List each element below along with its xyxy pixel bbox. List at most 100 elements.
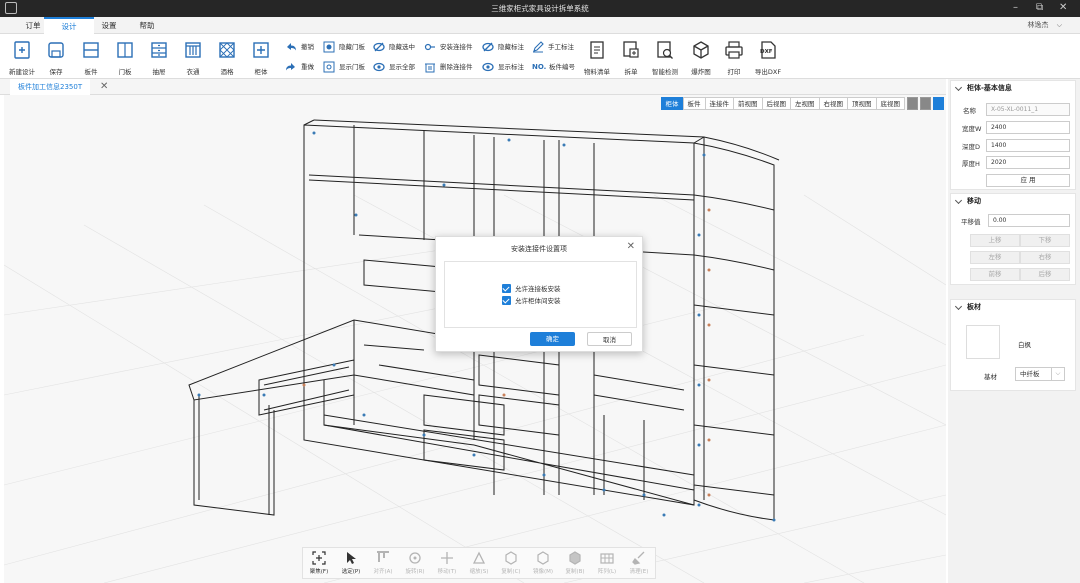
checkbox-checked-icon [502, 284, 511, 293]
board-number-button[interactable]: NO. 板件编号 [532, 60, 575, 74]
hide-selected-icon [373, 42, 385, 52]
print-button[interactable]: 打印 [717, 38, 751, 78]
hide-annotation-button[interactable]: 隐藏标注 [482, 40, 524, 54]
basic-info-card: 柜体-基本信息 名称 X-05-XL-0011_1 宽度W 2400 深度D 1400… [950, 80, 1076, 190]
rotate-tool[interactable]: 旋转(R) [399, 548, 431, 578]
duplicate-tool[interactable]: 复制(B) [559, 548, 591, 578]
depth-field[interactable]: 1400 [986, 139, 1070, 152]
array-tool[interactable]: 阵列(L) [591, 548, 623, 578]
allow-connector-board-checkbox[interactable]: 允许连接板安装 [502, 284, 561, 294]
focus-tool[interactable]: 聚焦(F) [303, 548, 335, 578]
align-tool[interactable]: 对齐(A) [367, 548, 399, 578]
material-swatch[interactable] [966, 325, 1000, 359]
move-tool[interactable]: 移动(T) [431, 548, 463, 578]
clear-tool[interactable]: 清理(E) [623, 548, 655, 578]
view-cabinet-button[interactable]: 柜体 [660, 97, 684, 110]
split-order-button[interactable]: 拆单 [614, 38, 648, 78]
view-front-button[interactable]: 前视图 [733, 97, 763, 110]
mirror-tool[interactable]: 镜像(M) [527, 548, 559, 578]
view-right-button[interactable]: 右视图 [818, 97, 848, 110]
view-back-button[interactable]: 后视图 [761, 97, 791, 110]
door-button[interactable]: 门板 [108, 38, 142, 78]
move-left-button[interactable]: 左移 [970, 251, 1020, 264]
document-tabs: 板件加工信息2350T ✕ [0, 79, 946, 95]
show-all-button[interactable]: 显示全部 [373, 60, 415, 74]
doc-tab-active[interactable]: 板件加工信息2350T [10, 79, 90, 95]
view-board-button[interactable]: 板件 [682, 97, 706, 110]
allow-between-cabinet-checkbox[interactable]: 允许柜体间安装 [502, 296, 561, 306]
save-icon [48, 42, 64, 58]
smart-check-button[interactable]: 智能检测 [648, 38, 682, 78]
save-button[interactable]: 保存 [39, 38, 73, 78]
hide-selected-button[interactable]: 隐藏选中 [373, 40, 415, 54]
close-icon[interactable]: ✕ [627, 241, 635, 252]
width-field[interactable]: 2400 [986, 121, 1070, 134]
close-button[interactable]: ✕ [1059, 2, 1067, 14]
cabinet-icon [253, 42, 269, 58]
basic-info-title[interactable]: 柜体-基本信息 [951, 81, 1075, 95]
board-button[interactable]: 板件 [74, 38, 108, 78]
base-material-label: 基材 [984, 373, 997, 381]
copy-tool[interactable]: 复制(C) [495, 548, 527, 578]
cabinet-button[interactable]: 柜体 [244, 38, 278, 78]
move-right-button[interactable]: 右移 [1020, 251, 1070, 264]
array-icon [600, 553, 614, 564]
tab-help[interactable]: 帮助 [122, 17, 172, 34]
base-material-select[interactable]: 中纤板 ⌵ [1015, 367, 1065, 381]
show-door-button[interactable]: 显示门板 [323, 60, 365, 74]
select-tool[interactable]: 选定(P) [335, 548, 367, 578]
redo-button[interactable]: 重做 [285, 60, 314, 74]
hide-door-icon [323, 41, 335, 53]
dialog-body: 允许连接板安装 允许柜体间安装 [444, 261, 637, 328]
new-design-button[interactable]: 新建设计 [5, 38, 39, 78]
apply-button[interactable]: 应 用 [986, 174, 1070, 187]
hide-door-button[interactable]: 隐藏门板 [323, 40, 365, 54]
move-down-button[interactable]: 下移 [1020, 234, 1070, 247]
user-menu[interactable]: 林逸杰 ⌵ [1027, 20, 1062, 30]
restore-button[interactable]: ⧉ [1036, 2, 1043, 14]
show-all-icon [373, 62, 385, 72]
wine-rack-button[interactable]: 酒格 [210, 38, 244, 78]
view-top-button[interactable]: 顶视图 [847, 97, 877, 110]
move-title[interactable]: 移动 [951, 194, 1075, 208]
install-connector-button[interactable]: 安装连接件 [424, 40, 473, 54]
close-icon[interactable]: ✕ [100, 80, 108, 94]
view-switcher: 柜体 板件 连接件 前视图 后视图 左视图 右视图 顶视图 底视图 [660, 97, 944, 110]
offset-label: 平移值 [961, 218, 981, 226]
bom-button[interactable]: 物料清单 [580, 38, 614, 78]
xray-mode-icon[interactable] [933, 97, 944, 110]
window-title: 三维家柜式家具设计拆单系统 [491, 4, 589, 13]
export-dxf-button[interactable]: DXF 导出DXF [751, 38, 785, 78]
height-field[interactable]: 2020 [986, 156, 1070, 169]
cancel-button[interactable]: 取消 [587, 332, 632, 346]
drawer-button[interactable]: 抽屉 [142, 38, 176, 78]
show-annotation-button[interactable]: 显示标注 [482, 60, 524, 74]
offset-input[interactable]: 0.00 [988, 214, 1070, 227]
view-bottom-button[interactable]: 底视图 [875, 97, 905, 110]
wireframe-mode-icon[interactable] [907, 97, 918, 110]
align-icon [377, 551, 389, 562]
board-material-title[interactable]: 板材 [951, 300, 1075, 314]
delete-connector-button[interactable]: 删除连接件 [424, 60, 473, 74]
ok-button[interactable]: 确定 [530, 332, 575, 346]
solid-mode-icon[interactable] [920, 97, 931, 110]
move-forward-button[interactable]: 前移 [970, 268, 1020, 281]
move-up-button[interactable]: 上移 [970, 234, 1020, 247]
rail-button[interactable]: 衣通 [176, 38, 210, 78]
user-name: 林逸杰 [1027, 21, 1049, 29]
depth-field-row: 深度D 1400 [951, 139, 1075, 152]
view-left-button[interactable]: 左视图 [790, 97, 820, 110]
minimize-button[interactable]: – [1013, 2, 1018, 14]
scale-tool[interactable]: 缩放(S) [463, 548, 495, 578]
view-connector-button[interactable]: 连接件 [704, 97, 734, 110]
duplicate-icon [569, 551, 581, 565]
explode-button[interactable]: 爆炸图 [684, 38, 718, 78]
undo-button[interactable]: 撤销 [285, 40, 314, 54]
bom-icon [590, 41, 604, 59]
move-back-button[interactable]: 后移 [1020, 268, 1070, 281]
mirror-icon [537, 551, 549, 565]
properties-panel: 柜体-基本信息 名称 X-05-XL-0011_1 宽度W 2400 深度D 1400… [948, 79, 1080, 583]
undo-icon [287, 43, 296, 51]
height-field-row: 厚度H 2020 [951, 156, 1075, 169]
manual-annotation-button[interactable]: 手工标注 [532, 40, 574, 54]
